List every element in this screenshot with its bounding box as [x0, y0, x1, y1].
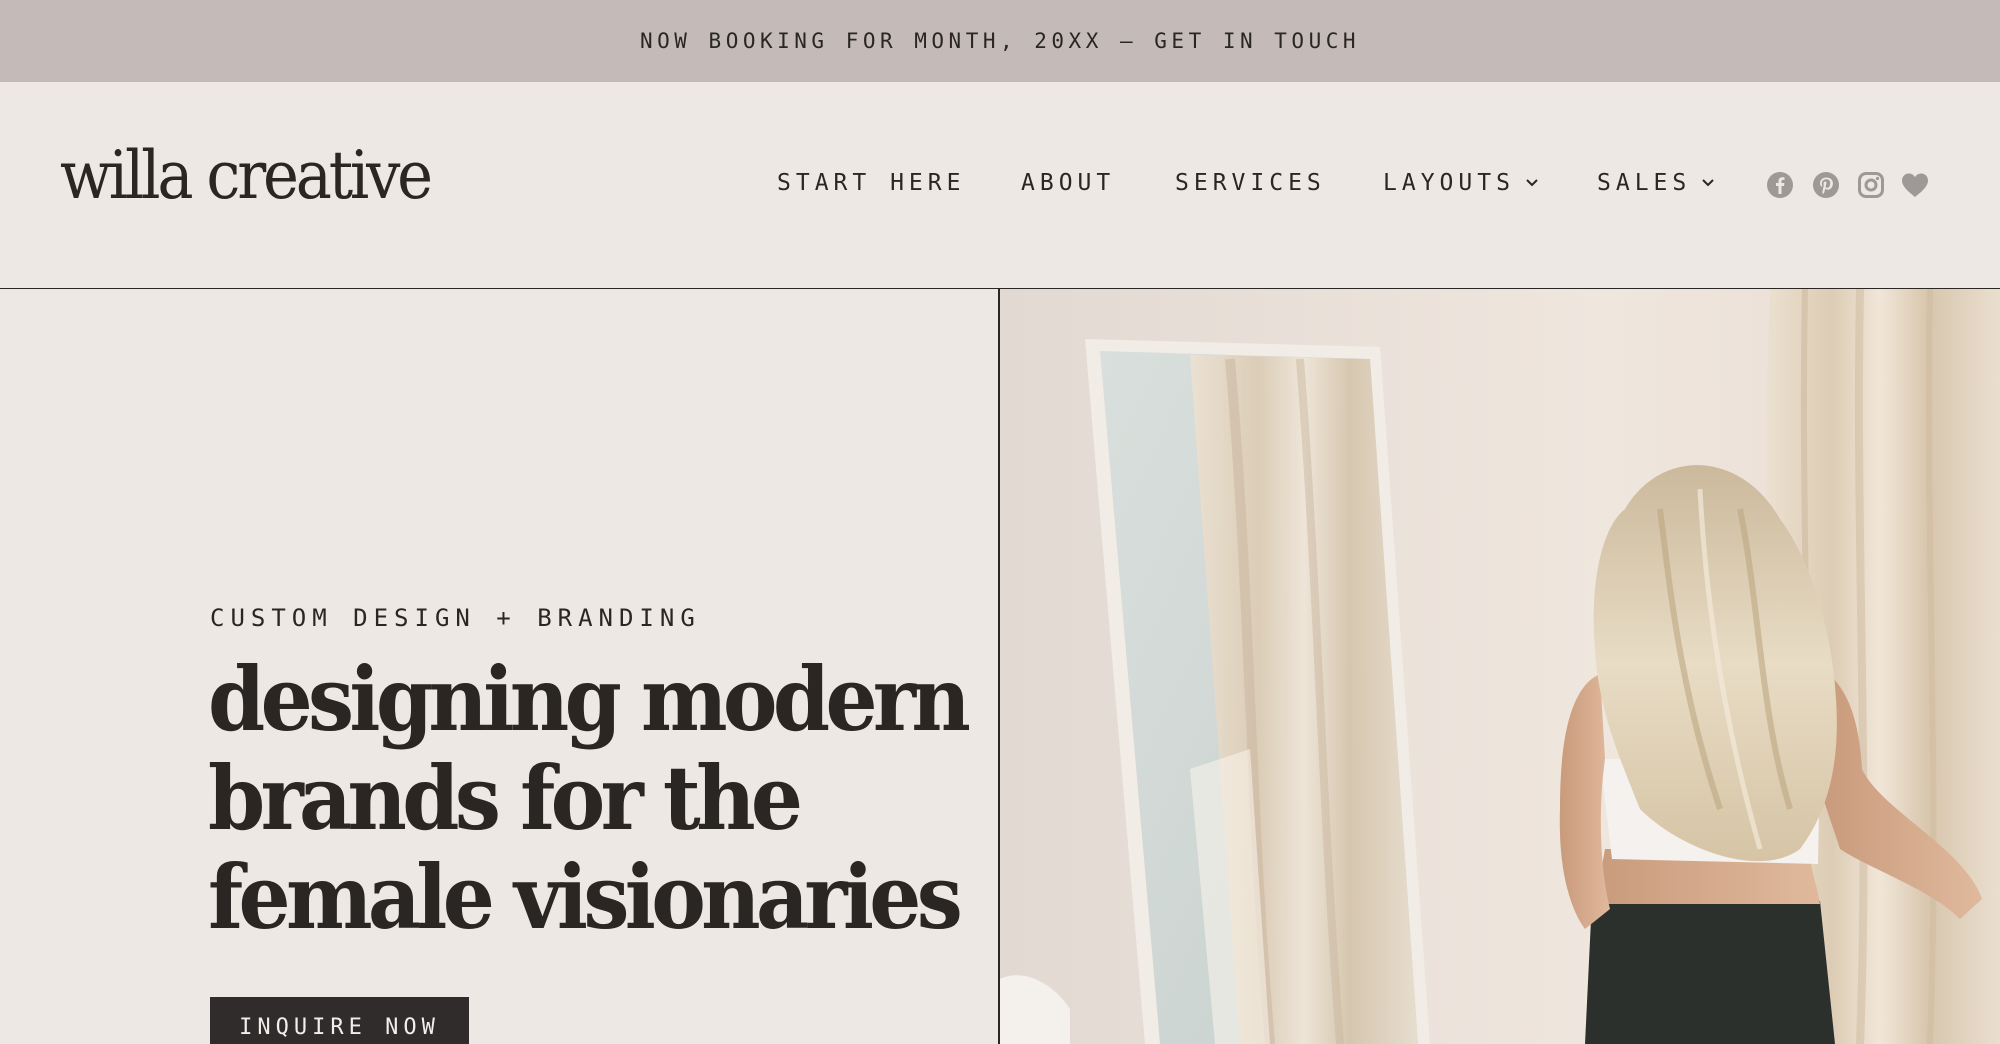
- nav-about-label: ABOUT: [1021, 170, 1116, 196]
- chevron-down-icon: [1526, 179, 1538, 187]
- pinterest-icon[interactable]: [1811, 170, 1841, 200]
- hero-headline-line: brands for the: [208, 746, 803, 850]
- inquire-now-button[interactable]: INQUIRE NOW: [210, 997, 469, 1044]
- announcement-link[interactable]: NOW BOOKING FOR MONTH, 20XX — GET IN TOU…: [640, 29, 1360, 53]
- hero-headline-line: designing modern: [208, 647, 971, 751]
- heart-icon[interactable]: [1900, 170, 1930, 200]
- nav-layouts-label: LAYOUTS: [1383, 170, 1515, 196]
- nav-about[interactable]: ABOUT: [1021, 170, 1115, 196]
- site-logo[interactable]: willa creative: [60, 137, 433, 214]
- nav-start-here-label: START HERE: [777, 170, 966, 196]
- hero-photo: [1000, 289, 2000, 1044]
- site-header: willa creative START HERE ABOUT SERVICES…: [0, 82, 2000, 289]
- nav-start-here[interactable]: START HERE: [777, 170, 965, 196]
- hero-headline-line: female visionaries: [208, 845, 963, 949]
- nav-sales[interactable]: SALES: [1597, 170, 1715, 196]
- nav-services-label: SERVICES: [1175, 170, 1326, 196]
- chevron-down-icon: [1702, 179, 1714, 187]
- hero-eyebrow: CUSTOM DESIGN + BRANDING: [210, 604, 701, 632]
- facebook-icon[interactable]: [1765, 170, 1795, 200]
- nav-services[interactable]: SERVICES: [1175, 170, 1326, 196]
- instagram-icon[interactable]: [1856, 170, 1886, 200]
- nav-sales-label: SALES: [1597, 170, 1692, 196]
- hero-headline: designing modern brands for the female v…: [208, 647, 971, 949]
- nav-layouts[interactable]: LAYOUTS: [1383, 170, 1539, 196]
- announcement-bar: NOW BOOKING FOR MONTH, 20XX — GET IN TOU…: [0, 0, 2000, 82]
